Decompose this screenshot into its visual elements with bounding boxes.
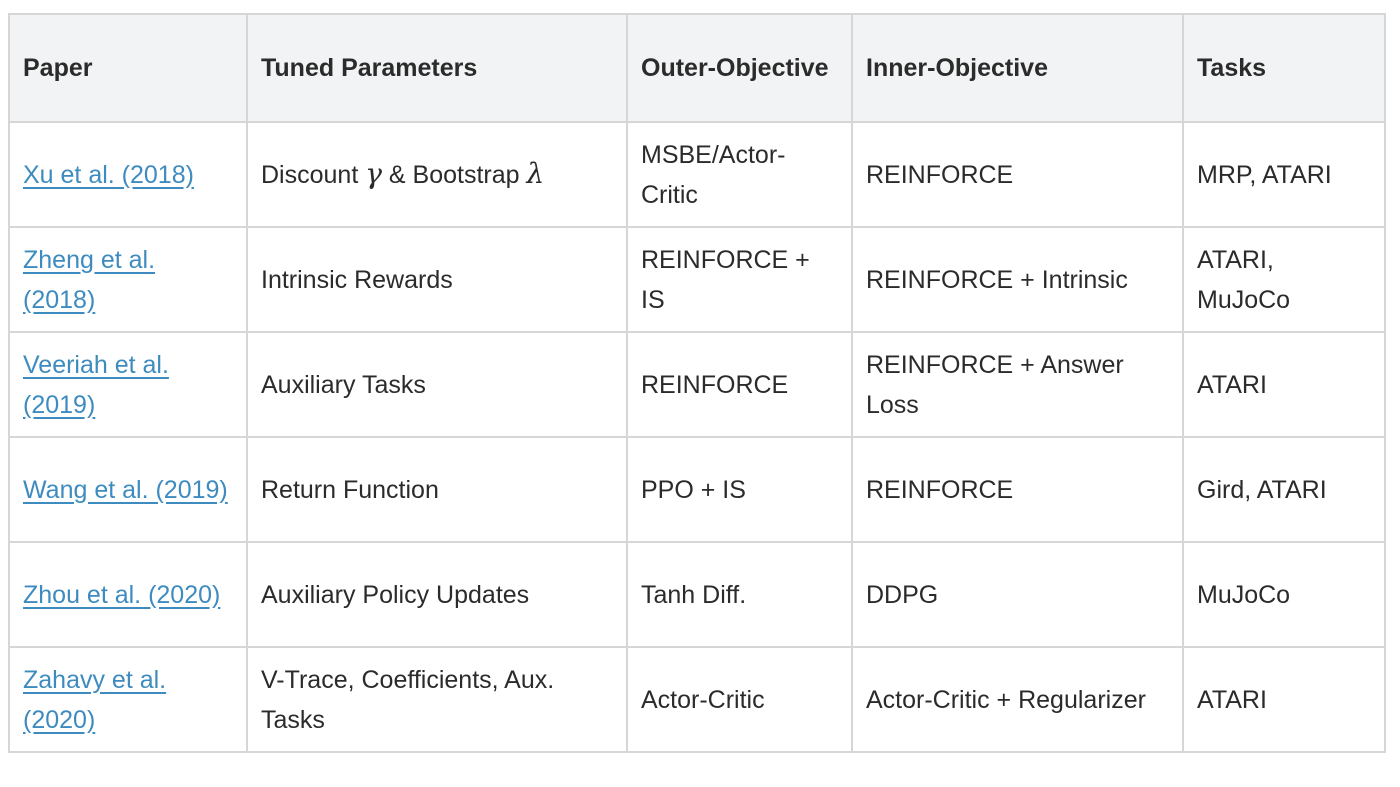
table-body: Xu et al. (2018) Discount γ & Bootstrap … <box>8 121 1386 753</box>
tuned-parameters-cell: Auxiliary Policy Updates <box>246 541 628 648</box>
header-row: Paper Tuned Parameters Outer-Objective I… <box>8 13 1386 123</box>
paper-cell: Zheng et al. (2018) <box>8 226 248 333</box>
outer-objective-cell: REINFORCE + IS <box>626 226 853 333</box>
inner-objective-cell: Actor-Critic + Regularizer <box>851 646 1184 753</box>
table-row: Zahavy et al. (2020) V-Trace, Coefficien… <box>8 646 1386 753</box>
tuned-parameters-cell: V-Trace, Coefficients, Aux. Tasks <box>246 646 628 753</box>
header-tuned-parameters: Tuned Parameters <box>246 13 628 123</box>
paper-cell: Zhou et al. (2020) <box>8 541 248 648</box>
tasks-cell: MRP, ATARI <box>1182 121 1386 228</box>
inner-objective-cell: REINFORCE <box>851 436 1184 543</box>
table-row: Zheng et al. (2018) Intrinsic Rewards RE… <box>8 226 1386 333</box>
table-row: Xu et al. (2018) Discount γ & Bootstrap … <box>8 121 1386 228</box>
tasks-cell: ATARI, MuJoCo <box>1182 226 1386 333</box>
inner-objective-cell: DDPG <box>851 541 1184 648</box>
outer-objective-cell: Tanh Diff. <box>626 541 853 648</box>
tasks-cell: ATARI <box>1182 646 1386 753</box>
header-inner-objective: Inner-Objective <box>851 13 1184 123</box>
table-row: Veeriah et al. (2019) Auxiliary Tasks RE… <box>8 331 1386 438</box>
tasks-cell: Gird, ATARI <box>1182 436 1386 543</box>
tasks-cell: MuJoCo <box>1182 541 1386 648</box>
paper-cell: Zahavy et al. (2020) <box>8 646 248 753</box>
paper-link-veeriah-2019[interactable]: Veeriah et al. (2019) <box>23 351 169 419</box>
paper-link-xu-2018[interactable]: Xu et al. (2018) <box>23 161 194 189</box>
inner-objective-cell: REINFORCE + Answer Loss <box>851 331 1184 438</box>
header-paper: Paper <box>8 13 248 123</box>
outer-objective-cell: REINFORCE <box>626 331 853 438</box>
paper-cell: Wang et al. (2019) <box>8 436 248 543</box>
params-middle: & Bootstrap <box>381 161 527 189</box>
outer-objective-cell: MSBE/Actor-Critic <box>626 121 853 228</box>
paper-cell: Veeriah et al. (2019) <box>8 331 248 438</box>
table-header: Paper Tuned Parameters Outer-Objective I… <box>8 13 1386 123</box>
outer-objective-cell: PPO + IS <box>626 436 853 543</box>
tuned-parameters-cell: Return Function <box>246 436 628 543</box>
header-outer-objective: Outer-Objective <box>626 13 853 123</box>
lambda-symbol: λ <box>526 157 545 190</box>
tuned-parameters-cell: Auxiliary Tasks <box>246 331 628 438</box>
inner-objective-cell: REINFORCE <box>851 121 1184 228</box>
tasks-cell: ATARI <box>1182 331 1386 438</box>
paper-link-zahavy-2020[interactable]: Zahavy et al. (2020) <box>23 666 166 734</box>
inner-objective-cell: REINFORCE + Intrinsic <box>851 226 1184 333</box>
table-row: Zhou et al. (2020) Auxiliary Policy Upda… <box>8 541 1386 648</box>
meta-rl-comparison-table: Paper Tuned Parameters Outer-Objective I… <box>8 13 1386 753</box>
table-row: Wang et al. (2019) Return Function PPO +… <box>8 436 1386 543</box>
gamma-symbol: γ <box>365 157 382 190</box>
outer-objective-cell: Actor-Critic <box>626 646 853 753</box>
tuned-parameters-cell: Discount γ & Bootstrap λ <box>246 121 628 228</box>
params-prefix: Discount <box>261 161 366 189</box>
paper-link-zheng-2018[interactable]: Zheng et al. (2018) <box>23 246 155 314</box>
paper-cell: Xu et al. (2018) <box>8 121 248 228</box>
tuned-parameters-cell: Intrinsic Rewards <box>246 226 628 333</box>
paper-link-zhou-2020[interactable]: Zhou et al. (2020) <box>23 581 220 609</box>
header-tasks: Tasks <box>1182 13 1386 123</box>
paper-link-wang-2019[interactable]: Wang et al. (2019) <box>23 476 228 504</box>
